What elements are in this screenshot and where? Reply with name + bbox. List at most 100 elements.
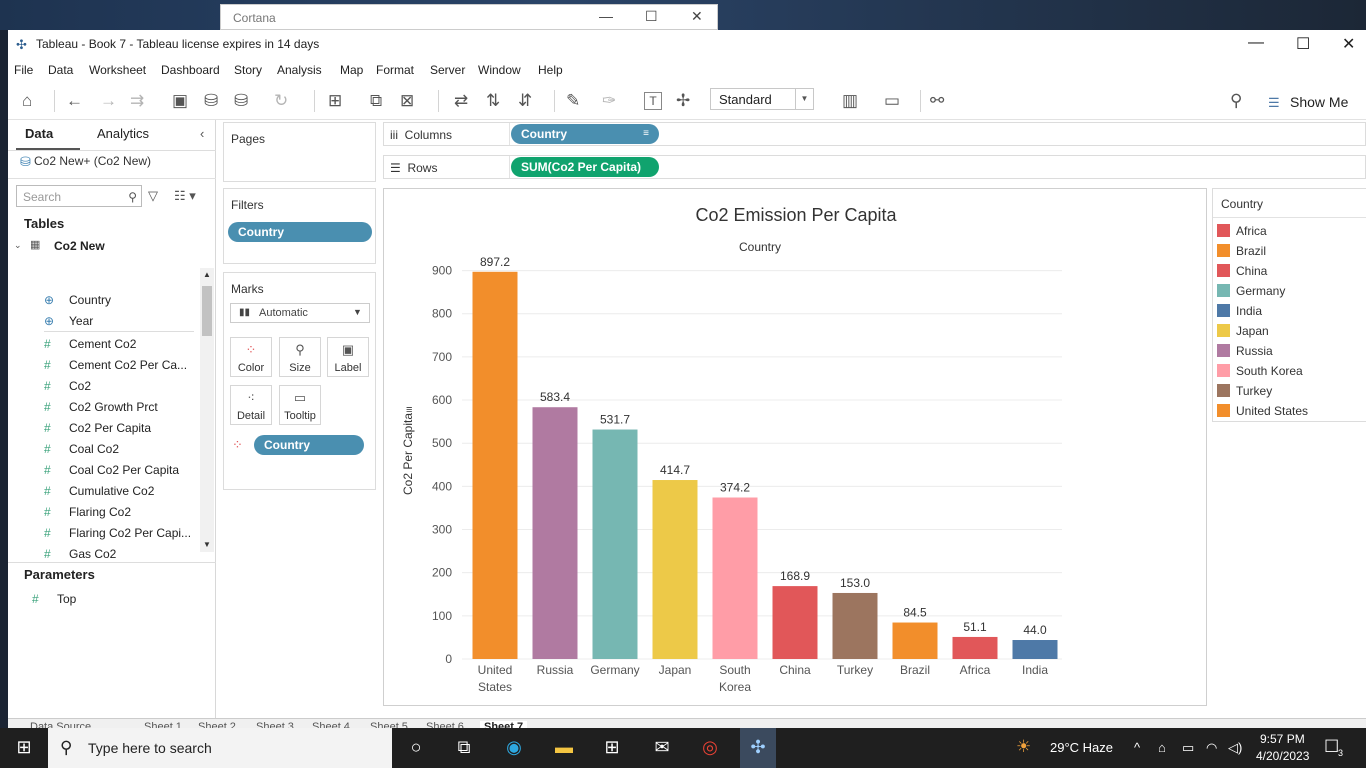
size-button[interactable]: ⚲ Size	[279, 337, 321, 377]
duplicate-icon[interactable]: ⧉	[370, 91, 382, 111]
menu-server[interactable]: Server	[430, 63, 465, 77]
view-options-icon[interactable]: ☷ ▾	[174, 188, 196, 204]
scroll-up-icon[interactable]: ▲	[203, 270, 211, 279]
field-cumulative-co2[interactable]: # Cumulative Co2	[44, 481, 202, 502]
fit-dropdown[interactable]: Standard ▼	[710, 88, 814, 110]
menu-format[interactable]: Format	[376, 63, 414, 77]
maximize-icon[interactable]: ☐	[1296, 34, 1310, 54]
field-cement-co2-per-capita[interactable]: # Cement Co2 Per Ca...	[44, 355, 202, 376]
fields-scrollbar[interactable]: ▲ ▼	[200, 268, 214, 552]
tableau-taskbar-icon[interactable]: ✣	[740, 728, 776, 768]
cortana-window[interactable]: Cortana — ☐ ✕	[220, 4, 718, 30]
scroll-down-icon[interactable]: ▼	[203, 540, 211, 549]
menu-analysis[interactable]: Analysis	[277, 63, 322, 77]
store-icon[interactable]: ⊞	[594, 737, 630, 758]
field-year[interactable]: ⊕ Year	[44, 311, 202, 332]
replay-icon[interactable]: ⇉	[130, 91, 144, 111]
pause-updates-icon[interactable]: ⛁	[234, 91, 248, 111]
file-explorer-icon[interactable]: ▬	[546, 737, 582, 758]
menu-story[interactable]: Story	[234, 63, 262, 77]
close-icon[interactable]: ✕	[1342, 34, 1355, 54]
tooltip-button[interactable]: ▭ Tooltip	[279, 385, 321, 425]
search-input[interactable]: Search ⚲	[16, 185, 142, 207]
edge-icon[interactable]: ◉	[496, 737, 532, 758]
collapse-icon[interactable]: ‹	[200, 126, 204, 141]
field-coal-co2[interactable]: # Coal Co2	[44, 439, 202, 460]
field-co2[interactable]: # Co2	[44, 376, 202, 397]
field-co2-per-capita[interactable]: # Co2 Per Capita	[44, 418, 202, 439]
tab-data[interactable]: Data	[25, 126, 53, 141]
filter-icon[interactable]: ▽	[148, 188, 158, 204]
label-button[interactable]: ▣ Label	[327, 337, 369, 377]
wifi-icon[interactable]: ◠	[1206, 740, 1217, 756]
chrome-icon[interactable]: ◎	[692, 737, 728, 758]
taskbar-search[interactable]: ⚲ Type here to search	[48, 728, 392, 768]
maximize-icon[interactable]: ☐	[645, 8, 658, 25]
notifications-icon[interactable]: ☐	[1324, 737, 1339, 757]
menu-file[interactable]: File	[14, 63, 33, 77]
highlight-icon[interactable]: ✎	[566, 91, 580, 111]
new-worksheet-icon[interactable]: ⊞	[328, 91, 342, 111]
show-labels-icon[interactable]: T	[644, 92, 662, 110]
show-cards-icon[interactable]: ▥	[842, 91, 858, 111]
windows-start-icon[interactable]: ⊞	[6, 737, 42, 758]
volume-icon[interactable]: ◁)	[1228, 740, 1242, 756]
menu-dashboard[interactable]: Dashboard	[161, 63, 220, 77]
minimize-icon[interactable]: —	[1248, 34, 1264, 52]
tab-analytics[interactable]: Analytics	[97, 126, 149, 141]
clear-sheet-icon[interactable]: ⊠	[400, 91, 414, 111]
fix-axes-icon[interactable]: ✢	[676, 91, 690, 111]
table-name[interactable]: Co2 New	[54, 239, 105, 253]
field-cement-co2[interactable]: # Cement Co2	[44, 334, 202, 355]
cortana-icon[interactable]: ○	[398, 737, 434, 758]
swap-icon[interactable]: ⇄	[454, 91, 468, 111]
parameter-top[interactable]: # Top	[32, 589, 190, 610]
close-icon[interactable]: ✕	[691, 8, 703, 25]
rows-shelf[interactable]: ☰ Rows SUM(Co2 Per Capita)	[383, 155, 1366, 179]
menu-map[interactable]: Map	[340, 63, 363, 77]
sort-descending-icon[interactable]: ⇵	[518, 91, 532, 111]
scroll-thumb[interactable]	[202, 286, 212, 336]
clock-date[interactable]: 4/20/2023	[1256, 749, 1309, 763]
battery-icon[interactable]: ▭	[1182, 740, 1194, 756]
clock-time[interactable]: 9:57 PM	[1260, 732, 1305, 746]
field-flaring-co2-per-capita[interactable]: # Flaring Co2 Per Capi...	[44, 523, 202, 544]
pin-icon[interactable]: ⚲	[1230, 91, 1242, 111]
field-co2-growth-prct[interactable]: # Co2 Growth Prct	[44, 397, 202, 418]
mail-icon[interactable]: ✉	[644, 737, 680, 758]
mark-type-dropdown[interactable]: ▮▮ Automatic ▼	[230, 303, 370, 323]
filters-card[interactable]: Filters Country	[223, 188, 376, 264]
sort-ascending-icon[interactable]: ⇅	[486, 91, 500, 111]
undo-icon[interactable]: ←	[66, 91, 83, 111]
show-me-icon[interactable]: ☰	[1268, 93, 1280, 113]
task-view-icon[interactable]: ⧉	[446, 737, 482, 758]
menu-help[interactable]: Help	[538, 63, 563, 77]
datasource-name[interactable]: Co2 New+ (Co2 New)	[34, 154, 151, 168]
field-coal-co2-per-capita[interactable]: # Coal Co2 Per Capita	[44, 460, 202, 481]
weather-text[interactable]: 29°C Haze	[1050, 740, 1113, 755]
redo-icon[interactable]: →	[100, 91, 117, 111]
columns-pill-country[interactable]: Country ≡	[511, 124, 659, 144]
pages-card[interactable]: Pages	[223, 122, 376, 182]
field-flaring-co2[interactable]: # Flaring Co2	[44, 502, 202, 523]
menu-data[interactable]: Data	[48, 63, 73, 77]
menu-window[interactable]: Window	[478, 63, 521, 77]
color-pill-country[interactable]: Country	[254, 435, 364, 455]
network-icon[interactable]: ⌂	[1158, 740, 1166, 755]
detail-button[interactable]: ⁖ Detail	[230, 385, 272, 425]
refresh-icon[interactable]: ↻	[274, 91, 288, 111]
rows-pill-co2-per-capita[interactable]: SUM(Co2 Per Capita)	[511, 157, 659, 177]
chevron-up-icon[interactable]: ^	[1134, 740, 1140, 755]
filter-pill-country[interactable]: Country	[228, 222, 372, 242]
field-country[interactable]: ⊕ Country	[44, 290, 202, 311]
home-icon[interactable]: ⌂	[22, 91, 32, 111]
group-icon[interactable]: ✑	[602, 91, 616, 111]
columns-shelf[interactable]: iii Columns Country ≡	[383, 122, 1366, 146]
show-me-label[interactable]: Show Me	[1290, 92, 1348, 112]
chevron-down-icon[interactable]: ⌄	[14, 240, 22, 251]
share-icon[interactable]: ⚯	[930, 91, 944, 111]
presentation-icon[interactable]: ▭	[884, 91, 900, 111]
save-icon[interactable]: ▣	[172, 91, 188, 111]
minimize-icon[interactable]: —	[599, 8, 613, 24]
new-datasource-icon[interactable]: ⛁	[204, 91, 218, 111]
